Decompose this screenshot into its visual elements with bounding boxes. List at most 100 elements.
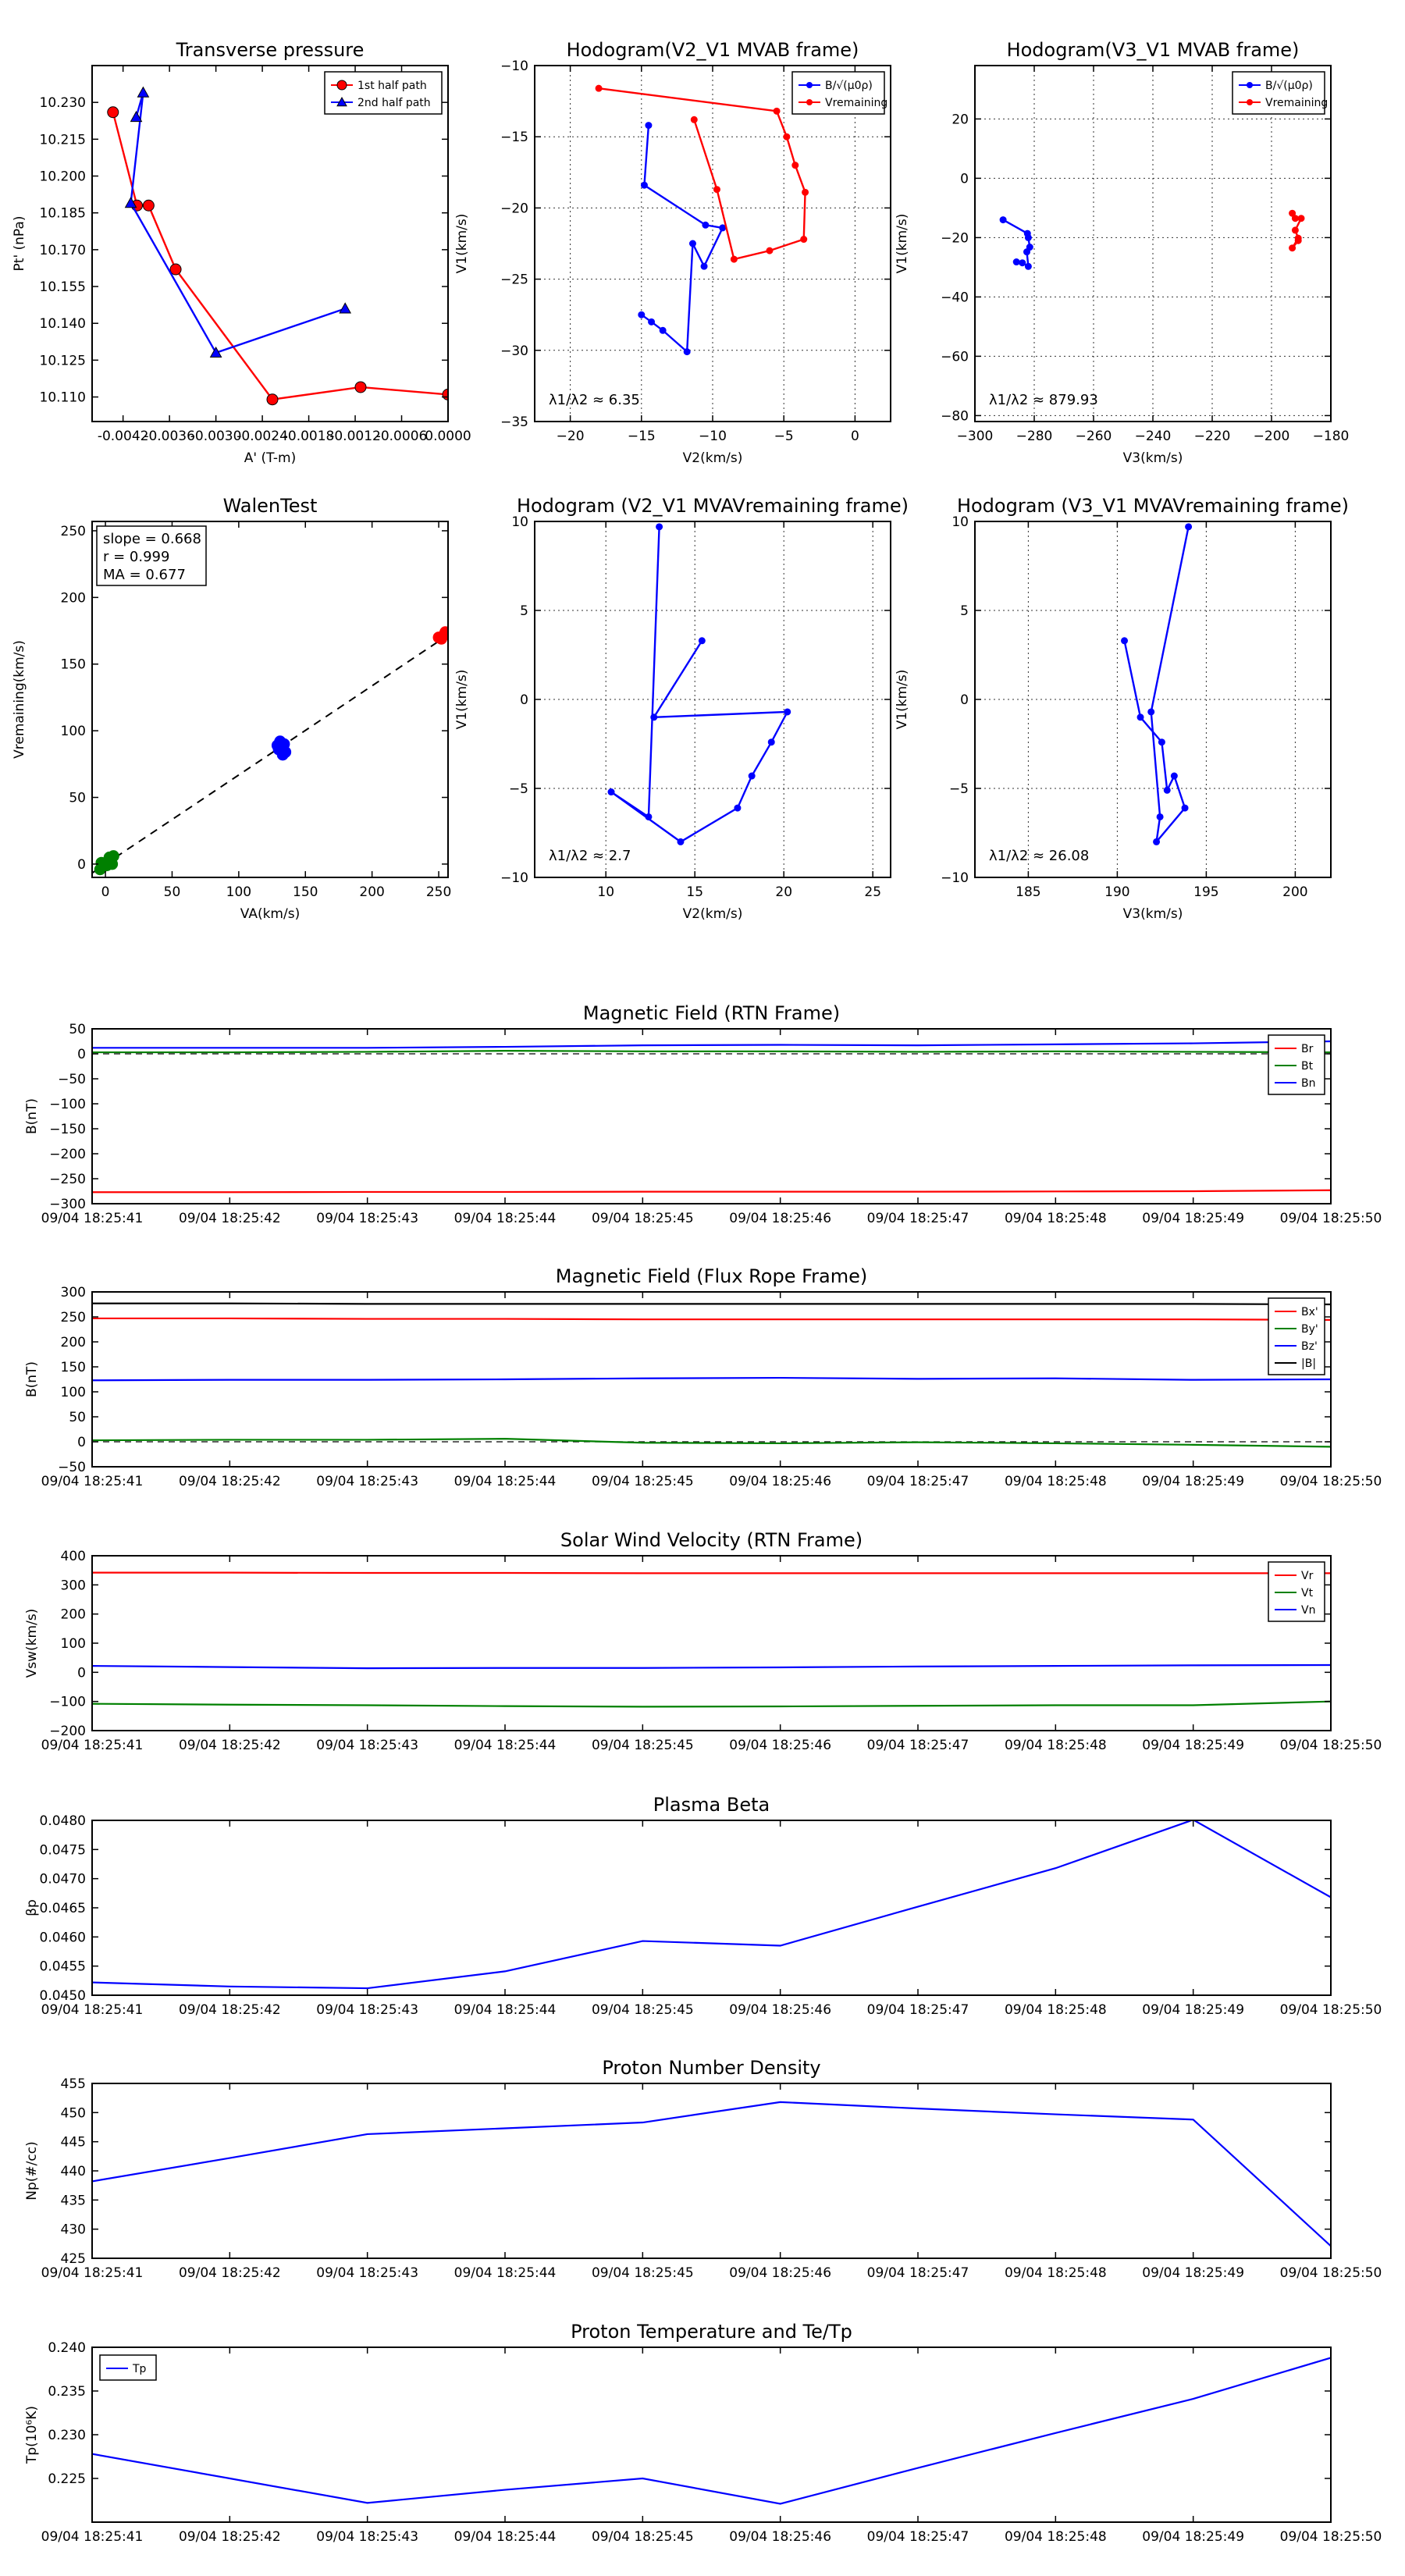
y-tick-label: 50 bbox=[69, 1410, 86, 1425]
data-point bbox=[1297, 215, 1305, 222]
y-axis-label: B(nT) bbox=[24, 1098, 40, 1134]
legend: Bx' By' Bz' |B| bbox=[1268, 1297, 1325, 1375]
x-tick-label: 09/04 18:25:49 bbox=[1142, 1738, 1244, 1753]
data-point bbox=[1019, 259, 1026, 267]
x-tick-label: 20 bbox=[775, 884, 792, 900]
y-tick-label: −5 bbox=[949, 781, 969, 797]
y-axis-label: Tp(10⁶K) bbox=[24, 2406, 40, 2464]
series-0 bbox=[1121, 523, 1193, 845]
legend: Br Bt Bn bbox=[1268, 1034, 1325, 1095]
series-line bbox=[92, 1376, 1331, 1382]
x-tick-label: 09/04 18:25:47 bbox=[867, 2002, 969, 2018]
series-line bbox=[92, 1050, 1331, 1054]
series-0 bbox=[92, 1820, 1331, 1990]
y-tick-label: 200 bbox=[61, 1335, 86, 1350]
y-tick-label: 10.140 bbox=[40, 316, 86, 332]
x-tick-label: -0.0030 bbox=[190, 429, 242, 444]
y-tick-label: 0.0450 bbox=[40, 1988, 86, 2004]
x-tick-label: 09/04 18:25:50 bbox=[1280, 2265, 1382, 2281]
chart-h1: Hodogram(V2_V1 MVAB frame) −20 −15 −10 −5 0 −3… bbox=[454, 39, 891, 466]
series-line bbox=[112, 112, 448, 400]
data-point bbox=[1024, 262, 1032, 270]
data-point bbox=[719, 224, 727, 232]
x-tick-label: 09/04 18:25:46 bbox=[729, 2002, 831, 2018]
y-tick-label: 250 bbox=[61, 1310, 86, 1325]
y-tick-label: 5 bbox=[960, 603, 969, 619]
series-1 bbox=[271, 735, 292, 761]
data-point bbox=[1156, 813, 1164, 820]
y-tick-label: 200 bbox=[61, 1607, 86, 1623]
data-marker bbox=[354, 381, 367, 393]
y-tick-label: 10.185 bbox=[40, 206, 86, 222]
x-tick-label: 09/04 18:25:42 bbox=[179, 2265, 281, 2281]
y-axis-label: Np(#/cc) bbox=[24, 2141, 40, 2200]
x-tick-label: 09/04 18:25:46 bbox=[729, 2265, 831, 2281]
chart-title: Hodogram (V3_V1 MVAVremaining frame) bbox=[957, 495, 1349, 517]
y-tick-label: −200 bbox=[49, 1724, 86, 1739]
plot-frame bbox=[91, 2083, 1332, 2259]
series-line bbox=[598, 87, 806, 261]
x-tick-label: 09/04 18:25:46 bbox=[729, 1738, 831, 1753]
series-line bbox=[92, 2357, 1331, 2505]
y-tick-label: 10 bbox=[511, 514, 528, 530]
data-point bbox=[748, 772, 756, 780]
y-tick-label: −300 bbox=[49, 1197, 86, 1212]
x-tick-label: 09/04 18:25:44 bbox=[454, 1738, 557, 1753]
y-tick-label: 450 bbox=[61, 2105, 86, 2121]
y-tick-label: 10.230 bbox=[40, 95, 86, 111]
y-tick-label: 400 bbox=[61, 1549, 86, 1564]
y-tick-label: −40 bbox=[941, 290, 969, 305]
chart-v_rtn: Solar Wind Velocity (RTN Frame) 09/04 18:… bbox=[24, 1529, 1382, 1753]
x-tick-label: 09/04 18:25:46 bbox=[729, 1474, 831, 1489]
legend-label: Br bbox=[1301, 1043, 1314, 1055]
x-tick-label: 0 bbox=[101, 884, 110, 900]
series-vn bbox=[92, 1663, 1331, 1670]
x-tick-label: 09/04 18:25:48 bbox=[1005, 2529, 1107, 2545]
data-marker bbox=[339, 302, 352, 314]
y-tick-label: 300 bbox=[61, 1578, 86, 1593]
legend-label: Bn bbox=[1301, 1077, 1315, 1090]
x-tick-label: 09/04 18:25:48 bbox=[1005, 1211, 1107, 1226]
x-axis-label: VA(km/s) bbox=[240, 906, 300, 922]
x-tick-label: 09/04 18:25:43 bbox=[316, 2265, 418, 2281]
x-tick-label: −5 bbox=[774, 429, 794, 444]
chart-title: Solar Wind Velocity (RTN Frame) bbox=[560, 1529, 863, 1551]
x-tick-label: 09/04 18:25:49 bbox=[1142, 2529, 1244, 2545]
figure-canvas: Transverse pressure -0.0042-0.0036-0.0030… bbox=[12, 39, 1382, 2545]
y-axis-label: V1(km/s) bbox=[454, 214, 470, 274]
y-tick-label: 10.110 bbox=[40, 390, 86, 406]
y-tick-label: 10.215 bbox=[40, 132, 86, 148]
x-tick-label: 150 bbox=[293, 884, 318, 900]
series-vremaining bbox=[595, 84, 809, 263]
data-point bbox=[656, 523, 663, 531]
data-point bbox=[773, 107, 781, 115]
series-1st-half-path bbox=[107, 106, 448, 406]
y-axis-label: βp bbox=[24, 1899, 40, 1916]
data-point bbox=[730, 255, 738, 263]
series-br bbox=[92, 1189, 1331, 1194]
x-tick-label: −280 bbox=[1016, 429, 1053, 444]
y-tick-label: 430 bbox=[61, 2222, 86, 2238]
series-by- bbox=[92, 1438, 1331, 1448]
chart-h3: Hodogram (V2_V1 MVAVremaining frame)10 15… bbox=[454, 495, 909, 922]
x-axis-label: V2(km/s) bbox=[683, 906, 743, 922]
y-tick-label: 10.155 bbox=[40, 279, 86, 295]
x-tick-label: 09/04 18:25:47 bbox=[867, 2529, 969, 2545]
x-tick-label: 200 bbox=[359, 884, 384, 900]
x-tick-label: 09/04 18:25:43 bbox=[316, 1474, 418, 1489]
data-point bbox=[1291, 215, 1299, 222]
fit-line-group bbox=[92, 634, 448, 874]
x-tick-label: 09/04 18:25:45 bbox=[592, 1738, 694, 1753]
legend-marker bbox=[1247, 99, 1253, 105]
chart-title: Hodogram(V3_V1 MVAB frame) bbox=[1007, 39, 1300, 61]
y-tick-label: −5 bbox=[509, 781, 528, 797]
chart-title: WalenTest bbox=[223, 495, 318, 517]
stats-line: slope = 0.668 bbox=[103, 531, 201, 547]
data-point bbox=[607, 788, 615, 796]
y-tick-label: 0 bbox=[960, 171, 969, 187]
series-line bbox=[92, 1571, 1331, 1574]
x-tick-label: −15 bbox=[628, 429, 656, 444]
x-tick-label: 09/04 18:25:43 bbox=[316, 2002, 418, 2018]
y-tick-label: −100 bbox=[49, 1695, 86, 1710]
fit-line bbox=[92, 634, 448, 874]
